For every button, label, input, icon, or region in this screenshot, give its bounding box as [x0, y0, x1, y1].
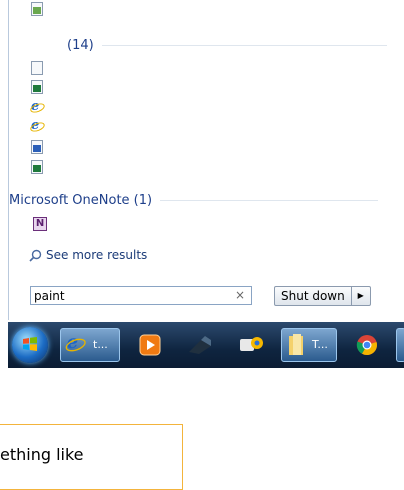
pen-tool-icon — [189, 336, 211, 354]
group-divider — [160, 200, 379, 201]
shutdown-options-arrow[interactable]: ▶ — [350, 287, 370, 305]
network-settings-icon — [240, 337, 263, 351]
taskbar-button-label: t... — [93, 338, 108, 351]
group-header-documents[interactable]: (14) — [67, 38, 387, 53]
callout-box: ething like — [0, 424, 183, 490]
folder-icon — [289, 334, 303, 355]
internet-explorer-icon: e — [63, 332, 88, 354]
internet-explorer-icon: e — [29, 99, 46, 114]
windows-logo-icon — [23, 337, 37, 351]
start-search-box[interactable]: × — [30, 286, 252, 305]
result-item-word-file[interactable] — [31, 139, 43, 154]
excel-file-icon — [31, 159, 43, 174]
group-header-count: (14) — [67, 38, 94, 53]
excel-file-icon — [31, 79, 43, 94]
taskbar-button-windows-explorer[interactable]: T... — [281, 328, 337, 362]
shutdown-button-group[interactable]: Shut down ▶ — [274, 286, 371, 306]
csharp-file-icon — [31, 1, 43, 16]
chrome-icon — [356, 335, 377, 356]
taskbar-button-internet-explorer[interactable]: e t... — [60, 328, 120, 362]
group-header-onenote[interactable]: Microsoft OneNote (1) — [9, 193, 379, 208]
result-item-html-file[interactable]: e — [29, 99, 46, 115]
result-item-text-file[interactable] — [31, 60, 43, 75]
group-divider — [101, 45, 387, 46]
start-menu-panel: (14) e e Microsoft OneNote (1) N See mor… — [8, 0, 404, 320]
taskbar-button-label: T... — [312, 338, 328, 351]
onenote-icon[interactable]: N — [33, 217, 47, 231]
callout-text: ething like — [0, 445, 84, 464]
taskbar-button-partial[interactable] — [396, 328, 404, 362]
text-file-icon — [31, 60, 43, 75]
result-item-excel-file[interactable] — [31, 79, 43, 94]
search-input[interactable] — [31, 287, 224, 305]
shutdown-button[interactable]: Shut down — [275, 287, 351, 305]
group-header-label: Microsoft OneNote (1) — [9, 193, 153, 208]
start-button[interactable] — [12, 327, 48, 363]
taskbar: e t... T... — [8, 322, 404, 368]
internet-explorer-icon: e — [29, 118, 46, 133]
result-item-excel-file[interactable] — [31, 159, 43, 174]
clear-search-button[interactable]: × — [235, 288, 245, 302]
see-more-results-link[interactable]: See more results — [29, 248, 147, 262]
taskbar-button-pen-tool[interactable] — [183, 328, 217, 362]
taskbar-button-chrome[interactable] — [350, 328, 384, 362]
result-item-csharp-file[interactable] — [31, 1, 43, 16]
search-icon — [29, 249, 42, 262]
taskbar-button-media-player[interactable] — [133, 328, 167, 362]
word-file-icon — [31, 139, 43, 154]
see-more-results-label: See more results — [46, 248, 148, 262]
taskbar-button-network-tool[interactable] — [234, 328, 270, 362]
media-player-icon — [139, 334, 161, 356]
result-item-html-file[interactable]: e — [29, 118, 46, 134]
